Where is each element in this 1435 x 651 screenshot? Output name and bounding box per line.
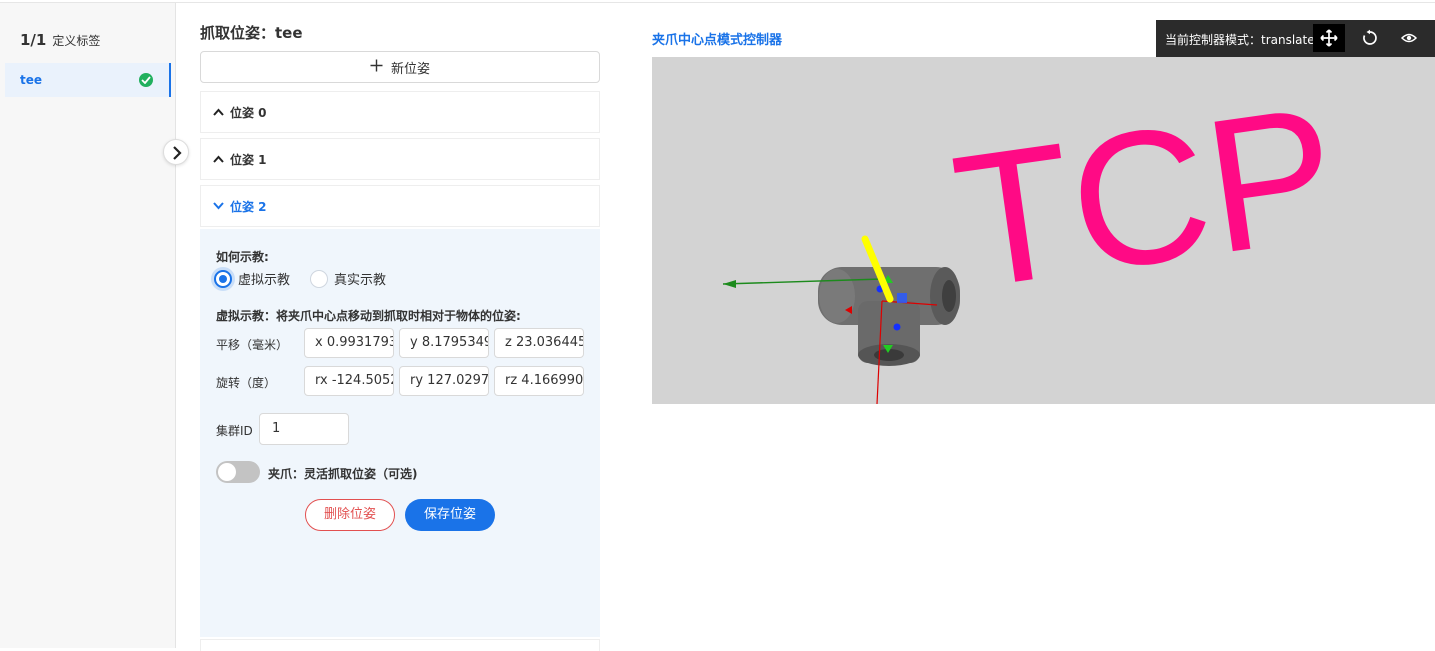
translate-mode-button[interactable] <box>1313 24 1345 52</box>
translation-label: 平移（毫米） <box>216 338 289 352</box>
3d-viewport[interactable]: TCP <box>652 57 1435 404</box>
real-teach-radio[interactable] <box>310 269 329 288</box>
how-to-teach-label: 如何示教: <box>216 250 269 264</box>
sidebar-title: 定义标签 <box>52 34 101 48</box>
new-pose-label: 新位姿 <box>390 61 430 77</box>
gripper-toggle-label: 夹爪：灵活抓取位姿（可选) <box>268 467 418 481</box>
cluster-id-label: 集群ID <box>216 424 253 438</box>
pose-1-header[interactable]: 位姿 1 <box>200 138 600 180</box>
tcp-text: TCP <box>943 66 1349 329</box>
translation-z-input[interactable]: z 23.0364456 <box>494 328 584 358</box>
save-pose-button[interactable]: 保存位姿 <box>405 499 495 531</box>
virtual-teach-radio[interactable] <box>214 269 232 288</box>
label-count: 1/1 <box>20 31 47 49</box>
cluster-id-input[interactable]: 1 <box>259 413 349 445</box>
pose-0-header[interactable]: 位姿 0 <box>200 91 600 133</box>
check-circle-icon <box>139 73 153 87</box>
new-pose-button[interactable]: 新位姿 <box>200 51 600 83</box>
pose-2-editor: 如何示教: 虚拟示教 真实示教 虚拟示教：将夹爪中心点移动到抓取时相对于物体的位… <box>200 229 600 637</box>
y-axis-arrow <box>723 280 736 288</box>
pose-1-label: 位姿 1 <box>230 152 267 167</box>
viewer-title: 夹爪中心点模式控制器 <box>652 33 783 48</box>
z-plane-handle <box>897 293 907 303</box>
translation-x-input[interactable]: x 0.99317932 <box>304 328 394 358</box>
collapse-toggle-button[interactable] <box>163 139 189 165</box>
grasp-pose-panel: 抓取位姿：tee 新位姿 位姿 0 位姿 1 位姿 2 如何示教: 虚拟示教 真… <box>200 3 600 651</box>
teach-mode-radio-group: 虚拟示教 真实示教 <box>214 269 386 288</box>
rotation-rz-input[interactable]: rz 4.1669906 <box>494 366 584 396</box>
virtual-teach-label[interactable]: 虚拟示教 <box>238 269 290 288</box>
sidebar-header: 1/1 定义标签 <box>20 31 100 49</box>
rotation-label: 旋转（度） <box>216 376 277 390</box>
gripper-toggle[interactable] <box>216 461 260 483</box>
pose-0-label: 位姿 0 <box>230 105 267 120</box>
pose-2-label: 位姿 2 <box>230 199 267 214</box>
panel-title: 抓取位姿：tee <box>200 24 303 42</box>
rotation-ry-input[interactable]: ry 127.02971 <box>399 366 489 396</box>
real-teach-label[interactable]: 真实示教 <box>334 269 386 288</box>
next-pose-header <box>200 639 600 651</box>
rotation-rx-input[interactable]: rx -124.5052 <box>304 366 394 396</box>
controller-mode-text: 当前控制器模式：translate <box>1165 33 1315 47</box>
sidebar-item-tee[interactable]: tee <box>5 63 171 97</box>
controller-toolbar: 当前控制器模式：translate <box>1156 20 1435 57</box>
translation-y-input[interactable]: y 8.17953491 <box>399 328 489 358</box>
rotate-mode-button[interactable] <box>1354 24 1386 52</box>
visibility-button[interactable] <box>1393 24 1425 52</box>
pose-2-header[interactable]: 位姿 2 <box>200 185 600 227</box>
delete-pose-button[interactable]: 删除位姿 <box>305 499 395 531</box>
label-sidebar: 1/1 定义标签 tee <box>0 3 176 648</box>
virtual-teach-description: 虚拟示教：将夹爪中心点移动到抓取时相对于物体的位姿: <box>216 309 521 323</box>
chevron-up-icon <box>213 105 224 119</box>
chevron-down-icon <box>213 199 224 213</box>
sidebar-item-label: tee <box>20 73 43 87</box>
plus-icon <box>370 59 383 76</box>
tcp-label: TCP <box>943 66 1349 329</box>
chevron-up-icon <box>213 152 224 166</box>
